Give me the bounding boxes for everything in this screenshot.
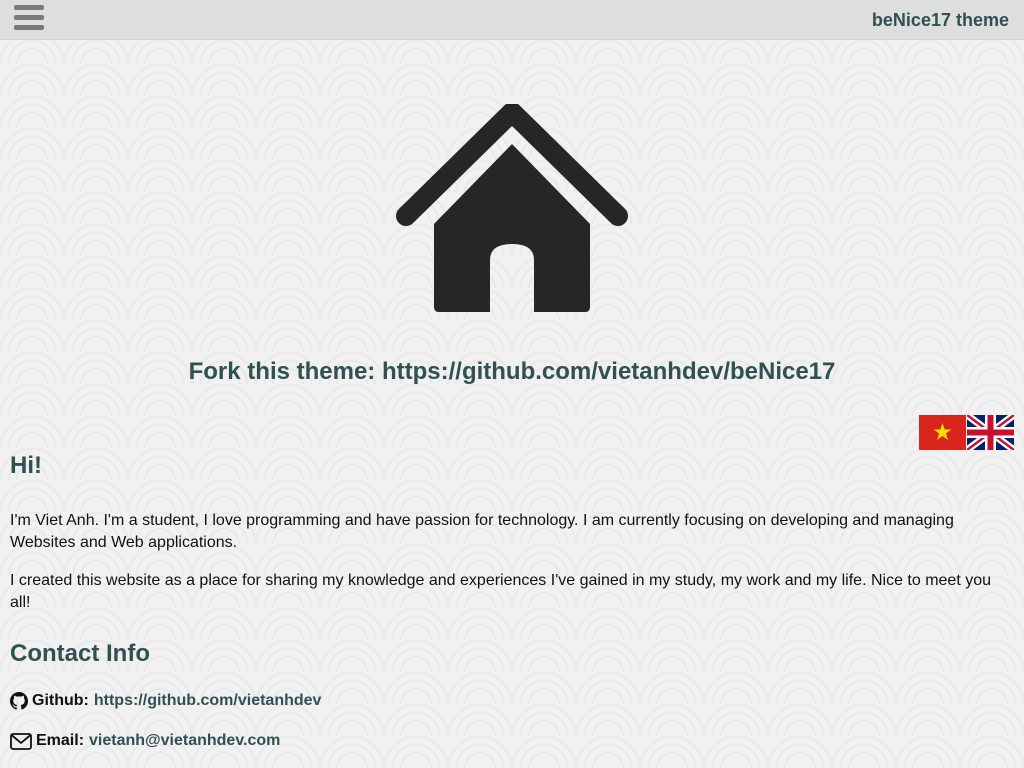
email-label: Email:	[36, 732, 85, 749]
fork-prefix: Fork this theme:	[188, 358, 382, 385]
email-row: Email: vietanh@vietanhdev.com	[10, 732, 1010, 750]
github-label: Github:	[32, 692, 89, 709]
contact-heading: Contact Info	[10, 640, 150, 667]
hamburger-menu-icon[interactable]	[14, 5, 44, 31]
uk-flag-icon[interactable]	[967, 415, 1014, 450]
fork-theme-link[interactable]: https://github.com/vietanhdev/beNice17	[382, 358, 835, 385]
github-row: Github: https://github.com/vietanhdev	[10, 692, 1010, 710]
github-link[interactable]: https://github.com/vietanhdev	[94, 692, 322, 710]
language-switcher	[919, 415, 1014, 450]
home-icon	[396, 104, 628, 312]
main-content: Hi! I'm Viet Anh. I'm a student, I love …	[10, 452, 1010, 750]
site-title-link[interactable]: beNice17 theme	[872, 10, 1009, 31]
github-icon	[10, 692, 28, 710]
email-link[interactable]: vietanh@vietanhdev.com	[89, 732, 280, 750]
greeting-heading: Hi!	[10, 452, 42, 479]
intro-paragraph: I'm Viet Anh. I'm a student, I love prog…	[10, 512, 954, 551]
envelope-icon	[10, 732, 32, 750]
purpose-paragraph: I created this website as a place for sh…	[10, 572, 992, 611]
top-bar: beNice17 theme	[0, 0, 1024, 40]
fork-theme-heading: Fork this theme: https://github.com/viet…	[0, 358, 1024, 386]
vietnam-flag-icon[interactable]	[919, 415, 966, 450]
